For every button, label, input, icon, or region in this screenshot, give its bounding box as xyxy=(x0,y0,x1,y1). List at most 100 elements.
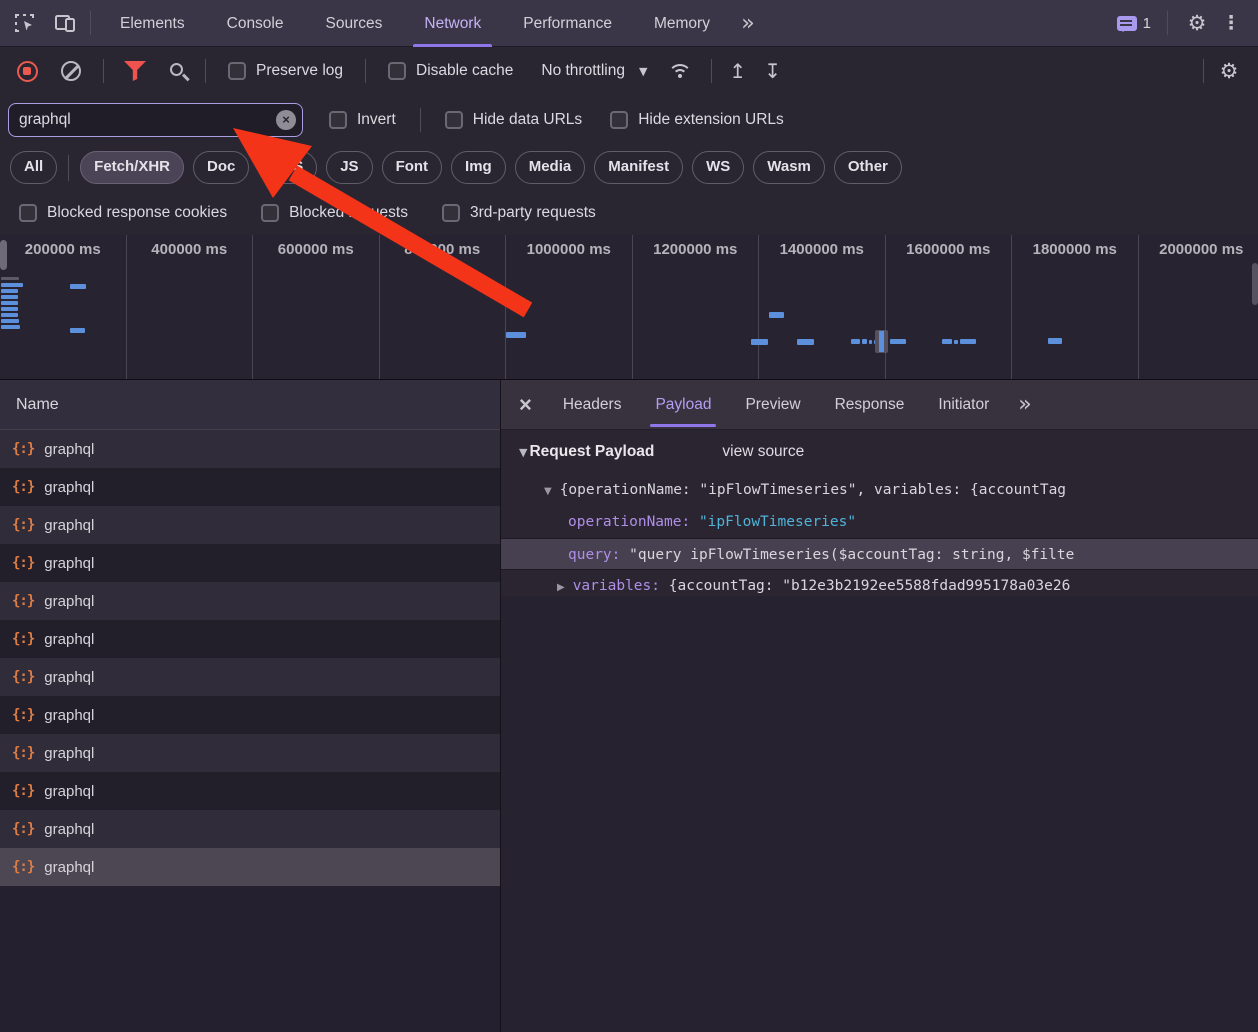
collapse-triangle-icon[interactable]: ▼ xyxy=(519,446,527,459)
third-party-requests-checkbox[interactable]: 3rd-party requests xyxy=(442,204,596,222)
detail-tab-payload[interactable]: Payload xyxy=(638,380,728,430)
request-row[interactable]: {:}graphql xyxy=(0,506,500,544)
waterfall-bar[interactable] xyxy=(70,328,85,333)
record-network-log-icon[interactable] xyxy=(17,61,38,82)
request-row[interactable]: {:}graphql xyxy=(0,696,500,734)
waterfall-bar[interactable] xyxy=(1,283,23,287)
chip-ws[interactable]: WS xyxy=(692,151,744,184)
network-conditions-icon[interactable] xyxy=(667,62,693,80)
waterfall-bar[interactable] xyxy=(70,284,86,289)
waterfall-bar[interactable] xyxy=(506,332,526,338)
waterfall-bar[interactable] xyxy=(851,339,860,344)
waterfall-bar[interactable] xyxy=(751,339,768,345)
tab-console[interactable]: Console xyxy=(206,0,305,47)
tab-memory[interactable]: Memory xyxy=(633,0,731,47)
throttling-dropdown[interactable]: No throttling ▼ xyxy=(541,62,647,80)
chip-wasm[interactable]: Wasm xyxy=(753,151,825,184)
chip-js[interactable]: JS xyxy=(326,151,372,184)
payload-row-query[interactable]: query: "query ipFlowTimeseries($accountT… xyxy=(501,538,1258,570)
blocked-response-cookies-checkbox[interactable]: Blocked response cookies xyxy=(19,204,227,222)
detail-tab-initiator[interactable]: Initiator xyxy=(921,380,1006,430)
waterfall-bar[interactable] xyxy=(769,312,784,318)
request-row[interactable]: {:}graphql xyxy=(0,620,500,658)
request-row[interactable]: {:}graphql xyxy=(0,658,500,696)
request-row[interactable]: {:}graphql xyxy=(0,430,500,468)
waterfall-bar[interactable] xyxy=(1048,338,1062,344)
detail-tab-headers[interactable]: Headers xyxy=(546,380,639,430)
tab-network[interactable]: Network xyxy=(403,0,502,47)
more-tabs-icon[interactable]: » xyxy=(731,6,765,40)
name-column-header[interactable]: Name xyxy=(0,380,500,430)
waterfall-bar[interactable] xyxy=(1,319,19,323)
waterfall-bar[interactable] xyxy=(942,339,952,344)
export-har-icon[interactable]: ↧ xyxy=(764,59,781,83)
disable-cache-checkbox[interactable]: Disable cache xyxy=(388,62,513,80)
more-detail-tabs-icon[interactable]: » xyxy=(1006,392,1043,417)
waterfall-bar[interactable] xyxy=(954,340,958,344)
console-messages-icon[interactable] xyxy=(1117,16,1137,31)
chip-doc[interactable]: Doc xyxy=(193,151,249,184)
settings-gear-icon[interactable]: ⚙ xyxy=(1180,6,1214,40)
waterfall-bar[interactable] xyxy=(797,339,814,345)
preserve-log-checkbox[interactable]: Preserve log xyxy=(228,62,343,80)
timeline-tick-label: 600000 ms xyxy=(253,241,379,258)
request-row[interactable]: {:}graphql xyxy=(0,468,500,506)
waterfall-bar[interactable] xyxy=(1,313,18,317)
waterfall-bar[interactable] xyxy=(890,339,906,344)
waterfall-bar[interactable] xyxy=(862,339,867,344)
checkbox xyxy=(388,62,406,80)
tab-performance[interactable]: Performance xyxy=(502,0,633,47)
waterfall-bar[interactable] xyxy=(1,325,20,329)
clear-network-log-icon[interactable] xyxy=(61,61,81,81)
chip-css[interactable]: CSS xyxy=(258,151,317,184)
json-key: query: xyxy=(568,547,620,563)
request-row[interactable]: {:}graphql xyxy=(0,544,500,582)
waterfall-selected-marker[interactable] xyxy=(875,330,888,353)
chip-other[interactable]: Other xyxy=(834,151,902,184)
chip-manifest[interactable]: Manifest xyxy=(594,151,683,184)
view-source-link[interactable]: view source xyxy=(722,443,804,461)
request-row[interactable]: {:}graphql xyxy=(0,848,500,886)
collapse-triangle-icon[interactable]: ▼ xyxy=(544,486,552,497)
payload-row-operationName[interactable]: operationName: "ipFlowTimeseries" xyxy=(501,506,1258,538)
request-row[interactable]: {:}graphql xyxy=(0,582,500,620)
request-row[interactable]: {:}graphql xyxy=(0,734,500,772)
import-har-icon[interactable]: ↥ xyxy=(729,59,746,83)
request-row[interactable]: {:}graphql xyxy=(0,772,500,810)
tab-elements[interactable]: Elements xyxy=(99,0,206,47)
waterfall-bar[interactable] xyxy=(1,295,18,299)
invert-checkbox[interactable]: Invert xyxy=(329,111,396,129)
filter-icon[interactable] xyxy=(124,61,146,81)
waterfall-bar[interactable] xyxy=(1,289,18,293)
search-icon[interactable] xyxy=(170,63,183,76)
waterfall-bar[interactable] xyxy=(1,301,18,305)
payload-summary-line[interactable]: ▼{operationName: "ipFlowTimeseries", var… xyxy=(501,474,1258,506)
chip-all[interactable]: All xyxy=(10,151,57,184)
chip-img[interactable]: Img xyxy=(451,151,506,184)
clear-filter-icon[interactable]: × xyxy=(276,110,296,130)
hide-extension-urls-checkbox[interactable]: Hide extension URLs xyxy=(610,111,784,129)
network-settings-gear-icon[interactable]: ⚙ xyxy=(1212,54,1246,88)
chip-font[interactable]: Font xyxy=(382,151,442,184)
inspect-element-icon[interactable] xyxy=(8,6,42,40)
waterfall-bar[interactable] xyxy=(1,307,18,311)
chip-fetch-xhr[interactable]: Fetch/XHR xyxy=(80,151,184,184)
network-overview-timeline[interactable]: 200000 ms400000 ms600000 ms800000 ms1000… xyxy=(0,235,1258,380)
timeline-tick-label: 800000 ms xyxy=(380,241,506,258)
device-toolbar-icon[interactable] xyxy=(48,6,82,40)
blocked-requests-checkbox[interactable]: Blocked requests xyxy=(261,204,408,222)
chip-media[interactable]: Media xyxy=(515,151,586,184)
kebab-menu-icon[interactable]: ⋮ xyxy=(1214,6,1248,40)
close-detail-icon[interactable]: × xyxy=(501,394,546,416)
expand-triangle-icon[interactable]: ▶ xyxy=(557,582,565,593)
detail-tab-preview[interactable]: Preview xyxy=(728,380,817,430)
waterfall-bar[interactable] xyxy=(1,277,19,280)
waterfall-bar[interactable] xyxy=(869,340,872,344)
filter-input-box: × xyxy=(8,103,303,137)
filter-input[interactable] xyxy=(9,111,302,129)
hide-data-urls-checkbox[interactable]: Hide data URLs xyxy=(445,111,582,129)
request-row[interactable]: {:}graphql xyxy=(0,810,500,848)
detail-tab-response[interactable]: Response xyxy=(818,380,922,430)
tab-sources[interactable]: Sources xyxy=(305,0,404,47)
waterfall-bar[interactable] xyxy=(960,339,976,344)
